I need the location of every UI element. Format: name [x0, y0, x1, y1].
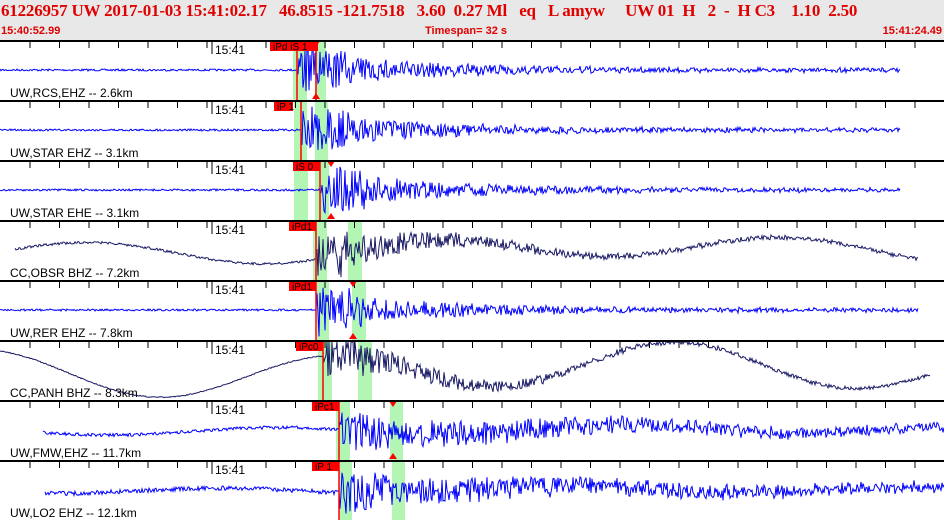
pick-label: iP 1: [315, 462, 332, 473]
time-label: 15:41: [215, 403, 245, 417]
time-label: 15:41: [215, 283, 245, 297]
end-time: 15:41:24.49: [882, 25, 942, 37]
channel-label: CC,OBSR BHZ -- 7.2km: [10, 266, 139, 280]
time-label: 15:41: [215, 103, 245, 117]
waveform-trace: [0, 106, 901, 151]
channel-label: UW,RCS,EHZ -- 2.6km: [10, 86, 133, 100]
channel-panel[interactable]: iPd iS 1 15:41 UW,RCS,EHZ -- 2.6km: [0, 40, 944, 100]
channel-label: UW,STAR EHZ -- 3.1km: [10, 146, 138, 160]
waveform-trace: [0, 45, 901, 92]
pick-label: iPc0: [299, 342, 319, 353]
channel-label: UW,FMW,EHZ -- 11.7km: [10, 446, 141, 460]
waveform-trace: [42, 412, 944, 451]
time-label: 15:41: [215, 163, 245, 177]
waveform-trace: [0, 287, 919, 337]
channel-panel[interactable]: iS 0 15:41 UW,STAR EHE -- 3.1km: [0, 160, 944, 220]
channel-label: CC,PANH BHZ -- 8.3km: [10, 386, 138, 400]
waveform-trace: [14, 230, 919, 278]
channel-label: UW,RER EHZ -- 7.8km: [10, 326, 133, 340]
channel-label: UW,LO2 EHZ -- 12.1km: [10, 506, 137, 520]
pick-label: iP 1: [277, 102, 294, 113]
time-label: 15:41: [215, 343, 245, 357]
event-header: 61226957 UW 2017-01-03 15:41:02.17 46.85…: [0, 0, 944, 40]
seismogram-canvas[interactable]: iPd iS 1 15:41 UW,RCS,EHZ -- 2.6km iP 1 15:4…: [0, 40, 944, 520]
pick-window: [392, 460, 405, 520]
channel-panel[interactable]: iPc0 15:41 CC,PANH BHZ -- 8.3km: [0, 340, 944, 400]
time-label: 15:41: [215, 43, 245, 57]
timespan: Timespan= 32 s: [425, 25, 508, 37]
channel-label: UW,STAR EHE -- 3.1km: [10, 206, 139, 220]
event-summary: 61226957 UW 2017-01-03 15:41:02.17 46.85…: [1, 1, 858, 20]
channel-panel[interactable]: iPd1 15:41 CC,OBSR BHZ -- 7.2km: [0, 220, 944, 280]
waveform-panels[interactable]: iPd iS 1 15:41 UW,RCS,EHZ -- 2.6km iP 1 15:4…: [0, 40, 944, 520]
pick-label: iPd1: [292, 222, 312, 233]
channel-panel[interactable]: iPc1 15:41 UW,FMW,EHZ -- 11.7km: [0, 400, 944, 460]
start-time: 15:40:52.99: [1, 25, 61, 37]
waveform-trace: [44, 472, 944, 514]
pick-label: iPd1: [292, 282, 312, 293]
pick-label: iPd iS 1: [273, 42, 308, 53]
time-label: 15:41: [215, 223, 245, 237]
time-label: 15:41: [215, 463, 245, 477]
channel-panel[interactable]: iPd1 15:41 UW,RER EHZ -- 7.8km: [0, 280, 944, 340]
pick-label: iS 0: [296, 162, 314, 173]
channel-panel[interactable]: iP 1 15:41 UW,LO2 EHZ -- 12.1km: [0, 460, 944, 520]
channel-panel[interactable]: iP 1 15:41 UW,STAR EHZ -- 3.1km: [0, 100, 944, 160]
waveform-trace: [0, 340, 931, 399]
pick-label: iPc1: [315, 402, 335, 413]
